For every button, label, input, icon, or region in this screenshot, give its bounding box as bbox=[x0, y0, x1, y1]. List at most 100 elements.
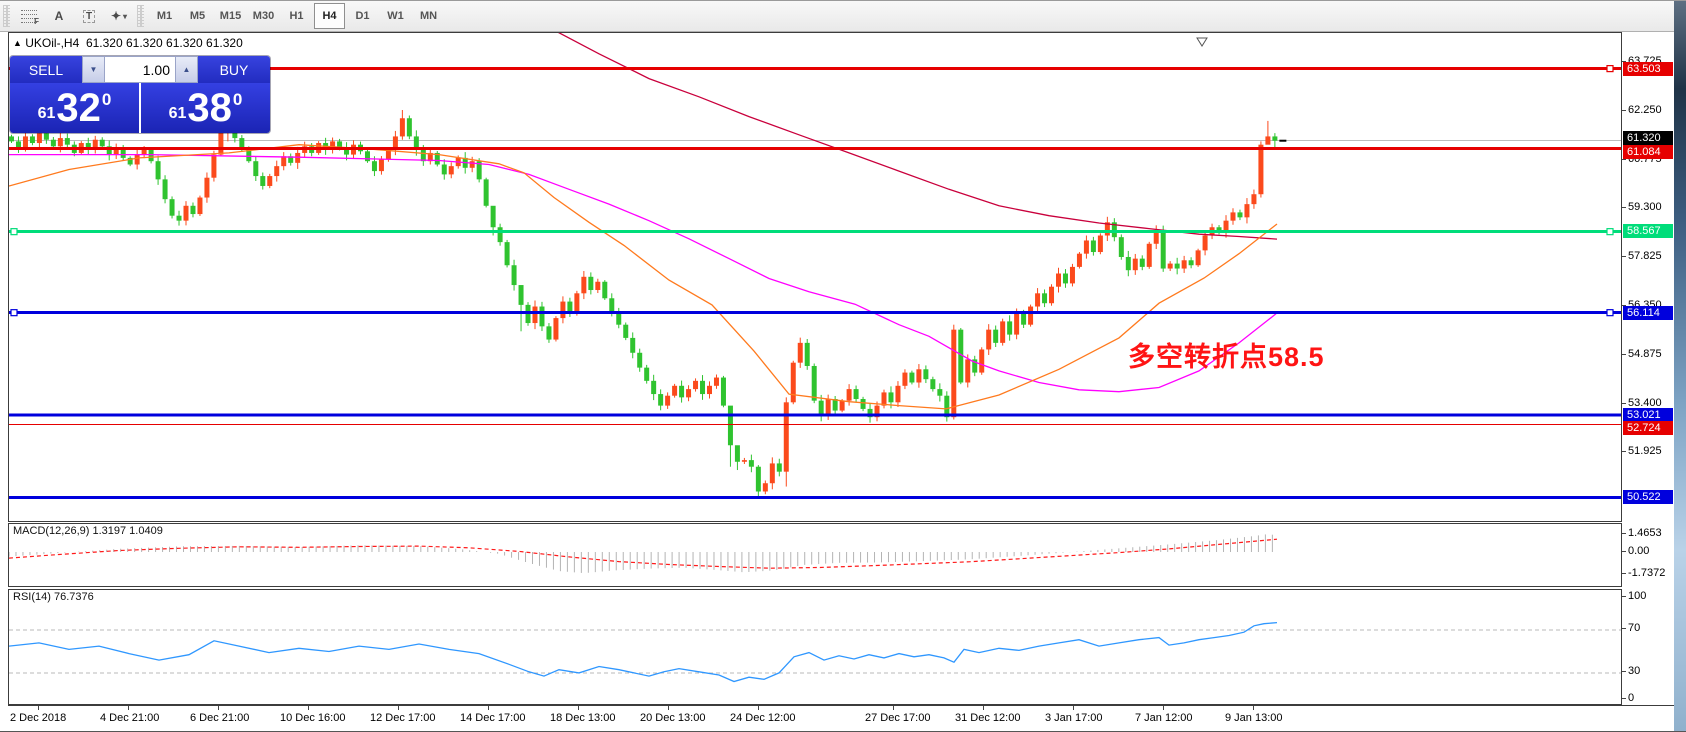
candle-body bbox=[728, 406, 733, 446]
sell-price-pip: 0 bbox=[102, 90, 111, 110]
volume-decrease-button[interactable]: ▼ bbox=[82, 56, 105, 83]
time-tick bbox=[1253, 706, 1254, 710]
candle-body bbox=[498, 227, 503, 242]
hline-handle[interactable] bbox=[11, 310, 17, 316]
rsi-chart[interactable] bbox=[9, 590, 1621, 704]
candle-body bbox=[1042, 293, 1047, 303]
price-tick-62.250: 62.250 bbox=[1628, 103, 1662, 117]
candle-body bbox=[1182, 260, 1187, 268]
timeframe-button-m15[interactable]: M15 bbox=[215, 3, 246, 29]
time-tick bbox=[668, 706, 669, 710]
candle-body bbox=[190, 206, 195, 214]
timeframe-button-h4[interactable]: H4 bbox=[314, 3, 345, 29]
time-label: 6 Dec 21:00 bbox=[190, 712, 249, 724]
candle-body bbox=[1014, 313, 1019, 334]
candle-body bbox=[1168, 264, 1173, 269]
candle-body bbox=[274, 166, 279, 176]
timeframe-button-mn[interactable]: MN bbox=[413, 3, 444, 29]
macd-chart[interactable] bbox=[9, 524, 1621, 586]
candle-body bbox=[58, 138, 63, 146]
price-axis[interactable]: 63.72562.25060.77559.30057.82556.35054.8… bbox=[1622, 32, 1674, 705]
candle-body bbox=[1203, 236, 1208, 251]
candle-body bbox=[756, 467, 761, 492]
candle-body bbox=[372, 161, 377, 171]
candle-body bbox=[553, 318, 558, 339]
toolbar-grip[interactable] bbox=[3, 5, 10, 27]
text-label-button[interactable]: A bbox=[45, 3, 73, 29]
time-tick bbox=[128, 706, 129, 710]
timeframe-button-h1[interactable]: H1 bbox=[281, 3, 312, 29]
candle-body bbox=[295, 153, 300, 163]
candle-body bbox=[665, 396, 670, 406]
candle-body bbox=[1056, 273, 1061, 286]
axis-tick bbox=[1622, 533, 1626, 534]
candle-body bbox=[44, 133, 49, 140]
candle-body bbox=[484, 179, 489, 205]
candle-body bbox=[51, 140, 56, 147]
arrow-objects-button[interactable]: ✦ ▾ bbox=[105, 3, 133, 29]
macd-tick-1.4653: 1.4653 bbox=[1628, 526, 1662, 540]
candle-body bbox=[546, 326, 551, 339]
candle-body bbox=[993, 330, 998, 343]
candle-body bbox=[142, 150, 147, 155]
candle-body bbox=[1258, 145, 1263, 195]
axis-tick bbox=[1622, 403, 1626, 404]
candle-body bbox=[218, 131, 223, 154]
fibonacci-lines-button[interactable]: F bbox=[15, 3, 43, 29]
candle-body bbox=[197, 198, 202, 215]
volume-increase-button[interactable]: ▲ bbox=[175, 56, 198, 83]
window-edge-scrollbar[interactable] bbox=[1674, 1, 1686, 732]
hline-handle[interactable] bbox=[1607, 66, 1613, 72]
candle-body bbox=[595, 282, 600, 290]
collapse-icon[interactable]: ▲ bbox=[13, 38, 22, 48]
candle-body bbox=[1147, 244, 1152, 267]
rsi-tick-100: 100 bbox=[1628, 589, 1646, 603]
axis-tick bbox=[1622, 256, 1626, 257]
time-axis[interactable]: 2 Dec 20184 Dec 21:006 Dec 21:0010 Dec 1… bbox=[8, 705, 1674, 732]
timeframe-button-d1[interactable]: D1 bbox=[347, 3, 378, 29]
triangle-down-marker[interactable] bbox=[1197, 38, 1207, 46]
time-tick bbox=[983, 706, 984, 710]
axis-tick bbox=[1622, 159, 1626, 160]
sell-price-button[interactable]: 61 32 0 bbox=[10, 83, 139, 133]
timeframe-group: M1M5M15M30H1H4D1W1MN bbox=[148, 3, 445, 29]
candle-body bbox=[1161, 231, 1166, 269]
toolbar-grip[interactable] bbox=[137, 5, 144, 27]
chart-annotation-text[interactable]: 多空转折点58.5 bbox=[1128, 335, 1325, 374]
rsi-panel[interactable] bbox=[8, 589, 1622, 705]
price-badge-58.567: 58.567 bbox=[1623, 224, 1673, 238]
candle-body bbox=[1244, 204, 1249, 217]
volume-input[interactable]: 1.00 bbox=[105, 56, 175, 83]
candle-body bbox=[742, 460, 747, 462]
candle-body bbox=[1070, 267, 1075, 284]
candle-body bbox=[560, 302, 565, 319]
timeframe-button-m1[interactable]: M1 bbox=[149, 3, 180, 29]
text-box-button[interactable]: T bbox=[75, 3, 103, 29]
candle-body bbox=[609, 298, 614, 311]
candle-body bbox=[630, 338, 635, 353]
buy-price-button[interactable]: 61 38 0 bbox=[141, 83, 270, 133]
time-label: 3 Jan 17:00 bbox=[1045, 712, 1103, 724]
macd-tick-0.00: 0.00 bbox=[1628, 544, 1649, 558]
time-label: 20 Dec 13:00 bbox=[640, 712, 705, 724]
macd-tick--1.7372: -1.7372 bbox=[1628, 566, 1665, 580]
buy-button[interactable]: BUY bbox=[198, 56, 270, 83]
candle-body bbox=[937, 389, 942, 396]
candle-body bbox=[170, 199, 175, 216]
candle-body bbox=[442, 164, 447, 174]
candle-body bbox=[902, 373, 907, 386]
hline-handle[interactable] bbox=[11, 229, 17, 235]
timeframe-button-m5[interactable]: M5 bbox=[182, 3, 213, 29]
time-tick bbox=[1163, 706, 1164, 710]
candle-body bbox=[658, 394, 663, 406]
candle-body bbox=[895, 386, 900, 403]
time-tick bbox=[488, 706, 489, 710]
hline-handle[interactable] bbox=[1607, 229, 1613, 235]
axis-tick bbox=[1622, 698, 1626, 699]
macd-panel[interactable] bbox=[8, 523, 1622, 587]
candle-body bbox=[909, 373, 914, 383]
sell-button[interactable]: SELL bbox=[10, 56, 82, 83]
timeframe-button-m30[interactable]: M30 bbox=[248, 3, 279, 29]
hline-handle[interactable] bbox=[1607, 310, 1613, 316]
timeframe-button-w1[interactable]: W1 bbox=[380, 3, 411, 29]
